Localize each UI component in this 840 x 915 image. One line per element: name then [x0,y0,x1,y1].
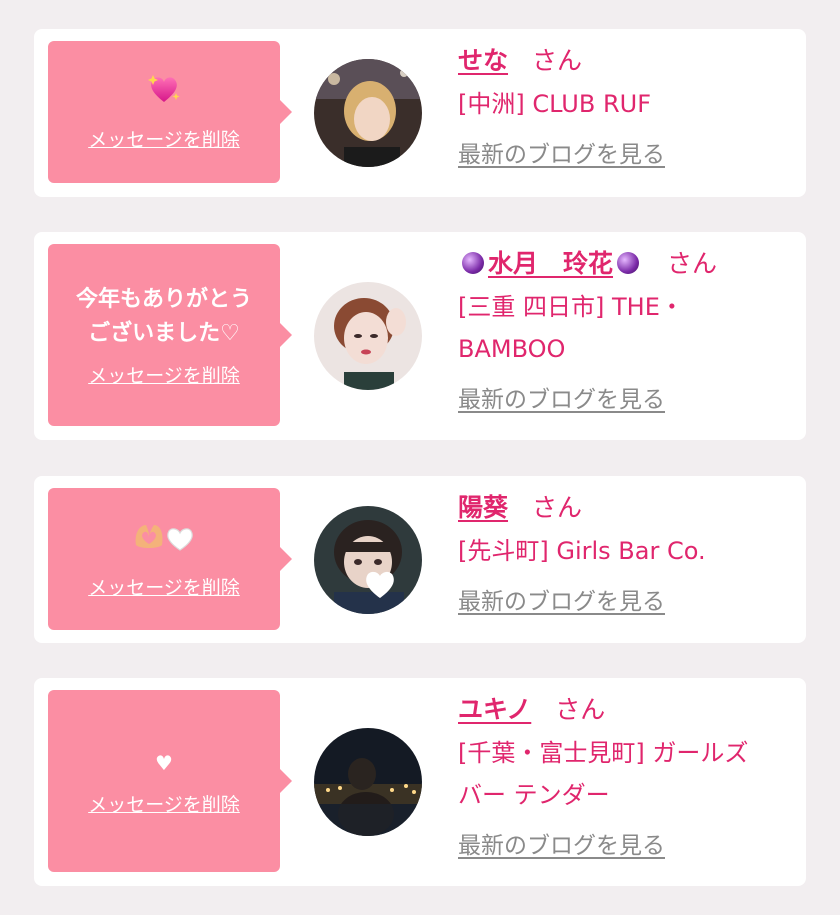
message-list: メッセージを削除 せな さん [中洲] CLUB RUF 最新のブログを見る 今年… [0,0,840,915]
message-bubble: メッセージを削除 [48,41,292,183]
message-card: 今年もありがとう ございました♡ メッセージを削除 水月 玲花 さん [三重 四日… [34,232,806,440]
name-row: 陽葵 さん [458,490,798,526]
shop-name: [中洲] CLUB RUF [458,90,651,118]
sender-info: 陽葵 さん [先斗町] Girls Bar Co. 最新のブログを見る [458,490,798,616]
name-row: せな さん [458,43,798,79]
avatar[interactable] [314,506,422,614]
honorific: さん [532,493,583,522]
name-row: 水月 玲花 さん [458,246,798,282]
sender-name-text: 水月 玲花 [488,249,614,278]
honorific: さん [555,695,606,724]
name-row: ユキノ さん [458,692,798,728]
message-bubble: メッセージを削除 [48,488,292,630]
sender-name-link[interactable]: 水月 玲花 [458,249,643,278]
shop-name: [先斗町] Girls Bar Co. [458,537,706,565]
sender-name-link[interactable]: ユキノ [458,695,531,724]
delete-message-link[interactable]: メッセージを削除 [88,790,240,817]
latest-blog-link[interactable]: 最新のブログを見る [458,380,665,414]
message-bubble: 今年もありがとう ございました♡ メッセージを削除 [48,244,292,426]
sender-info: ユキノ さん [千葉・富士見町] ガールズ バー テンダー 最新のブログを見る [458,692,798,860]
message-card: メッセージを削除 陽葵 さん [先斗町] Girls Bar Co. 最新のブログ… [34,476,806,643]
honorific: さん [667,249,718,278]
avatar[interactable] [314,728,422,836]
message-bubble: ♥ メッセージを削除 [48,690,292,872]
crystal-ball-icon [462,252,484,274]
honorific: さん [532,46,583,75]
delete-message-link[interactable]: メッセージを削除 [88,125,240,152]
delete-message-link[interactable]: メッセージを削除 [88,573,240,600]
sender-name-link[interactable]: 陽葵 [458,493,508,522]
message-card: ♥ メッセージを削除 ユキノさん [千葉・富士見町] ガールズ バー テンダー [34,678,806,886]
message-text: 今年もありがとう ございました♡ [75,286,252,346]
sparkling-heart-icon [147,73,181,115]
crystal-ball-icon [617,252,640,274]
heart-hands-icon [132,519,196,563]
latest-blog-link[interactable]: 最新のブログを見る [458,135,665,169]
latest-blog-link[interactable]: 最新のブログを見る [458,582,665,616]
shop-name: [千葉・富士見町] ガールズ バー テンダー [458,739,749,809]
delete-message-link[interactable]: メッセージを削除 [88,361,240,388]
latest-blog-link[interactable]: 最新のブログを見る [458,826,665,860]
avatar[interactable] [314,59,422,167]
message-text: ♥ [155,750,173,775]
message-card: メッセージを削除 せな さん [中洲] CLUB RUF 最新のブログを見る [34,29,806,197]
sender-name-link[interactable]: せな [458,46,508,75]
sender-info: せな さん [中洲] CLUB RUF 最新のブログを見る [458,43,798,169]
shop-name: [三重 四日市] THE・ BAMBOO [458,293,684,363]
avatar[interactable] [314,282,422,390]
sender-info: 水月 玲花 さん [三重 四日市] THE・ BAMBOO 最新のブログを見る [458,246,798,414]
